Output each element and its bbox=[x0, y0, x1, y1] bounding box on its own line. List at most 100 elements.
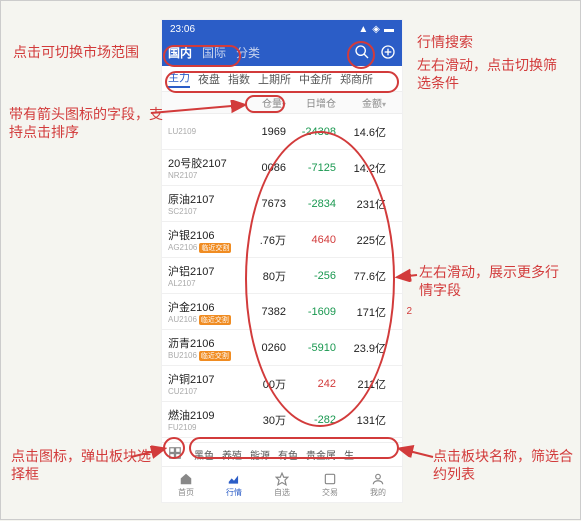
cell-daily: -24308 bbox=[290, 126, 340, 138]
contract-name: 20号胶2107 bbox=[168, 155, 240, 171]
sector-2[interactable]: 能源 bbox=[250, 447, 270, 462]
tab-international[interactable]: 国际 bbox=[202, 44, 226, 61]
cell-amount: 211亿 bbox=[340, 376, 390, 392]
sub-tab-1[interactable]: 夜盘 bbox=[198, 71, 220, 87]
anno-swipe-fields: 左右滑动，展示更多行情字段 bbox=[419, 263, 569, 299]
cell-daily: -2834 bbox=[290, 198, 340, 210]
anno-filter-icon: 点击图标，弹出板块选择框 bbox=[11, 447, 151, 483]
status-time: 23:06 bbox=[170, 24, 195, 35]
phone-screen: 23:06 ▲ ◈ ▬ 国内 国际 分类 主力 夜盘 指数 上期所 中金所 郑商… bbox=[161, 19, 403, 503]
contract-name: 沪银2106 bbox=[168, 227, 240, 243]
status-bar: 23:06 ▲ ◈ ▬ bbox=[162, 20, 402, 38]
status-icons: ▲ ◈ ▬ bbox=[358, 24, 394, 35]
table-header: 仓量▾ 日增仓 金额▾ bbox=[162, 92, 402, 114]
table-row[interactable]: LU2109 1969 -24308 14.6亿 bbox=[162, 114, 402, 150]
extra-count: 2 bbox=[406, 306, 412, 317]
cell-amount: 225亿 bbox=[340, 232, 390, 248]
sub-tab-3[interactable]: 上期所 bbox=[258, 71, 291, 87]
filter-tabs[interactable]: 主力 夜盘 指数 上期所 中金所 郑商所 bbox=[162, 66, 402, 92]
anno-sector-name: 点击板块名称，筛选合约列表 bbox=[433, 447, 573, 483]
table-row[interactable]: 沪铝2107 AL2107 80万 -256 77.6亿 bbox=[162, 258, 402, 294]
tab-category[interactable]: 分类 bbox=[236, 44, 260, 61]
table-row[interactable]: 20号胶2107 NR2107 0086 -7125 14.2亿 bbox=[162, 150, 402, 186]
nav-mine[interactable]: 我的 bbox=[370, 472, 386, 498]
wifi-icon: ◈ bbox=[372, 24, 380, 35]
sort-arrow-icon: ▾ bbox=[282, 100, 286, 109]
market-scope-tabs: 国内 国际 分类 bbox=[162, 38, 402, 66]
contract-code: AL2107 bbox=[168, 279, 240, 288]
sub-tab-4[interactable]: 中金所 bbox=[299, 71, 332, 87]
anno-search: 行情搜索 bbox=[417, 33, 473, 51]
contract-name: 沪金2106 bbox=[168, 299, 240, 315]
delivery-badge: 临近交割 bbox=[199, 315, 231, 325]
cell-amount: 14.2亿 bbox=[340, 160, 390, 176]
contract-name: 沪铝2107 bbox=[168, 263, 240, 279]
anno-filter-swipe: 左右滑动，点击切换筛选条件 bbox=[417, 56, 567, 92]
battery-icon: ▬ bbox=[384, 24, 394, 35]
anno-market-scope: 点击可切换市场范围 bbox=[13, 43, 153, 61]
table-row[interactable]: 原油2107 SC2107 7673 -2834 231亿 bbox=[162, 186, 402, 222]
cell-amount: 131亿 bbox=[340, 412, 390, 428]
table-row[interactable]: 燃油2109 FU2109 30万 -282 131亿 bbox=[162, 402, 402, 438]
sector-filter-bar: 黑色 养殖 能源 有色 贵金属 生 bbox=[162, 442, 402, 466]
cell-amount: 14.6亿 bbox=[340, 124, 390, 140]
sector-3[interactable]: 有色 bbox=[278, 447, 298, 462]
cell-volume: 0086 bbox=[240, 162, 290, 174]
contract-code: BU2106临近交割 bbox=[168, 351, 240, 361]
contract-code: AU2106临近交割 bbox=[168, 315, 240, 325]
table-row[interactable]: 沪铜2107 CU2107 00万 242 211亿 bbox=[162, 366, 402, 402]
contract-code: AG2106临近交割 bbox=[168, 243, 240, 253]
cell-amount: 231亿 bbox=[340, 196, 390, 212]
cell-volume: 80万 bbox=[240, 268, 290, 284]
cell-volume: .76万 bbox=[240, 232, 290, 248]
table-row[interactable]: 沪银2106 AG2106临近交割 .76万 4640 225亿 bbox=[162, 222, 402, 258]
sector-5[interactable]: 生 bbox=[344, 447, 354, 462]
filter-icon[interactable] bbox=[168, 446, 186, 463]
contract-code: CU2107 bbox=[168, 387, 240, 396]
sub-tab-5[interactable]: 郑商所 bbox=[340, 71, 373, 87]
table-row[interactable]: 沥青2106 BU2106临近交割 0260 -5910 23.9亿 bbox=[162, 330, 402, 366]
bottom-nav: 首页 行情 自选 交易 我的 bbox=[162, 466, 402, 502]
sub-tab-0[interactable]: 主力 bbox=[168, 69, 190, 88]
search-icon[interactable] bbox=[354, 44, 370, 60]
contract-code: LU2109 bbox=[168, 127, 240, 136]
table-row[interactable]: 沪金2106 AU2106临近交割 7382 -1609 171亿 2 bbox=[162, 294, 402, 330]
cell-daily: 242 bbox=[290, 378, 340, 390]
contract-code: NR2107 bbox=[168, 171, 240, 180]
cell-volume: 30万 bbox=[240, 412, 290, 428]
cell-volume: 7673 bbox=[240, 198, 290, 210]
cell-volume: 0260 bbox=[240, 342, 290, 354]
contract-list[interactable]: LU2109 1969 -24308 14.6亿 20号胶2107 NR2107… bbox=[162, 114, 402, 474]
cell-daily: -282 bbox=[290, 414, 340, 426]
delivery-badge: 临近交割 bbox=[199, 351, 231, 361]
sub-tab-2[interactable]: 指数 bbox=[228, 71, 250, 87]
signal-icon: ▲ bbox=[358, 24, 368, 35]
cell-daily: -1609 bbox=[290, 306, 340, 318]
col-volume[interactable]: 仓量▾ bbox=[240, 95, 290, 110]
contract-name: 沪铜2107 bbox=[168, 371, 240, 387]
contract-code: SC2107 bbox=[168, 207, 240, 216]
add-icon[interactable] bbox=[380, 44, 396, 60]
nav-watchlist[interactable]: 自选 bbox=[274, 472, 290, 498]
delivery-badge: 临近交割 bbox=[199, 243, 231, 253]
tab-domestic[interactable]: 国内 bbox=[168, 44, 192, 61]
cell-daily: 4640 bbox=[290, 234, 340, 246]
contract-code: FU2109 bbox=[168, 423, 240, 432]
col-amount[interactable]: 金额▾ bbox=[340, 95, 390, 110]
col-daily[interactable]: 日增仓 bbox=[290, 95, 340, 110]
nav-home[interactable]: 首页 bbox=[178, 472, 194, 498]
cell-amount: 171亿 bbox=[340, 304, 390, 320]
sector-4[interactable]: 贵金属 bbox=[306, 447, 336, 462]
sort-arrow-icon: ▾ bbox=[382, 100, 386, 109]
contract-name: 原油2107 bbox=[168, 191, 240, 207]
nav-trade[interactable]: 交易 bbox=[322, 472, 338, 498]
sector-1[interactable]: 养殖 bbox=[222, 447, 242, 462]
contract-name: 沥青2106 bbox=[168, 335, 240, 351]
nav-market[interactable]: 行情 bbox=[226, 472, 242, 498]
cell-amount: 23.9亿 bbox=[340, 340, 390, 356]
anno-sort: 带有箭头图标的字段，支持点击排序 bbox=[9, 105, 169, 141]
cell-daily: -256 bbox=[290, 270, 340, 282]
sector-0[interactable]: 黑色 bbox=[194, 447, 214, 462]
annotated-screenshot: 23:06 ▲ ◈ ▬ 国内 国际 分类 主力 夜盘 指数 上期所 中金所 郑商… bbox=[0, 0, 581, 520]
contract-name: 燃油2109 bbox=[168, 407, 240, 423]
